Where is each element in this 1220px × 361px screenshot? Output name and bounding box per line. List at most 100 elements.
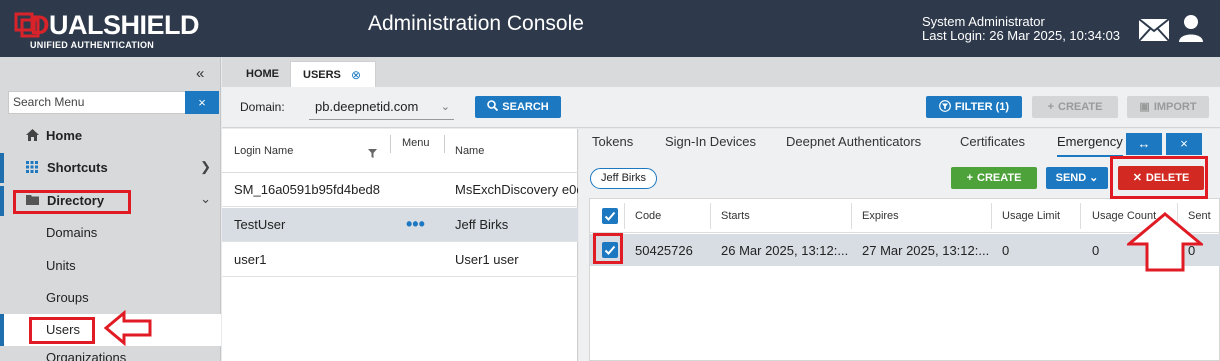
sidebar-item-organizations[interactable]: Organizations bbox=[0, 348, 221, 361]
column-name[interactable]: Name bbox=[455, 145, 484, 157]
import-icon: ▣ bbox=[1139, 101, 1150, 113]
import-button-label: IMPORT bbox=[1153, 101, 1197, 113]
detail-tab-emergency[interactable]: Emergency bbox=[1057, 134, 1123, 157]
send-button-label: SEND bbox=[1055, 172, 1087, 184]
user-icon[interactable] bbox=[1178, 14, 1204, 42]
chevron-down-icon: ⌄ bbox=[1089, 172, 1099, 184]
column-usage-limit[interactable]: Usage Limit bbox=[1002, 210, 1060, 222]
sidebar-item-domains[interactable]: Domains bbox=[0, 218, 221, 248]
checkmark-icon bbox=[604, 211, 616, 221]
chevron-right-icon: ❯ bbox=[200, 159, 211, 174]
filter-button[interactable]: FILTER (1) bbox=[926, 96, 1022, 118]
domain-value: pb.deepnetid.com bbox=[315, 99, 419, 114]
column-menu: Menu bbox=[402, 137, 430, 149]
annotation-checkbox-box bbox=[593, 233, 623, 264]
filter-button-label: FILTER (1) bbox=[954, 101, 1010, 113]
sidebar-item-label: Groups bbox=[46, 290, 89, 305]
plus-icon: + bbox=[966, 172, 973, 184]
create-code-button[interactable]: + CREATE bbox=[951, 167, 1037, 189]
table-row[interactable]: 50425726 26 Mar 2025, 13:12:... 27 Mar 2… bbox=[590, 234, 1220, 266]
mail-icon[interactable] bbox=[1138, 18, 1170, 42]
chevron-down-icon: ⌄ bbox=[200, 191, 211, 206]
detail-tab-sign-in-devices[interactable]: Sign-In Devices bbox=[665, 134, 756, 149]
column-separator bbox=[851, 203, 852, 229]
column-starts[interactable]: Starts bbox=[721, 210, 750, 222]
column-separator bbox=[624, 203, 625, 229]
last-login: Last Login: 26 Mar 2025, 10:34:03 bbox=[922, 28, 1121, 43]
domain-label: Domain: bbox=[240, 100, 285, 114]
search-menu-clear-button[interactable]: × bbox=[185, 91, 219, 114]
row-menu-icon[interactable]: ••• bbox=[406, 214, 425, 235]
sidebar: « Search Menu × Home Shortcuts ❯ Directo… bbox=[0, 57, 221, 361]
detail-tab-deepnet-authenticators[interactable]: Deepnet Authenticators bbox=[786, 134, 921, 149]
logo-text: DUALSHIELD bbox=[30, 10, 200, 40]
column-separator bbox=[1080, 203, 1081, 229]
sidebar-item-label: Home bbox=[46, 128, 83, 143]
search-button-label: SEARCH bbox=[502, 101, 549, 113]
close-panel-icon[interactable]: × bbox=[1166, 133, 1202, 155]
login-name-cell: SM_16a0591b95fd4bed8 bbox=[234, 182, 381, 197]
tab-label: USERS bbox=[303, 69, 341, 81]
create-code-button-label: CREATE bbox=[977, 172, 1022, 184]
sidebar-item-shortcuts[interactable]: Shortcuts ❯ bbox=[0, 153, 221, 183]
sidebar-item-label: Shortcuts bbox=[47, 160, 108, 175]
tab-bar: HOME USERS ⊗ bbox=[222, 57, 1220, 87]
create-user-button[interactable]: + CREATE bbox=[1032, 96, 1118, 118]
sidebar-item-groups[interactable]: Groups bbox=[0, 283, 221, 313]
user-detail-panel: Tokens Sign-In Devices Deepnet Authentic… bbox=[579, 129, 1220, 361]
user-chip: Jeff Birks bbox=[590, 168, 658, 189]
send-button[interactable]: SEND ⌄ bbox=[1046, 167, 1108, 189]
import-button[interactable]: ▣ IMPORT bbox=[1127, 96, 1209, 118]
grid-header: Code Starts Expires Usage Limit Usage Co… bbox=[590, 199, 1220, 233]
table-row[interactable]: user1 User1 user bbox=[222, 243, 578, 277]
filter-icon[interactable] bbox=[368, 149, 377, 158]
app-title: Administration Console bbox=[368, 12, 584, 35]
tab-users[interactable]: USERS ⊗ bbox=[290, 61, 376, 87]
column-separator bbox=[710, 203, 711, 229]
search-button[interactable]: SEARCH bbox=[475, 96, 561, 118]
column-separator bbox=[390, 135, 391, 153]
select-all-checkbox[interactable] bbox=[602, 208, 618, 224]
user-name: System Administrator bbox=[922, 14, 1045, 29]
domain-select[interactable]: pb.deepnetid.com ⌄ bbox=[309, 96, 454, 120]
filter-icon bbox=[939, 100, 951, 112]
collapse-sidebar-icon[interactable]: « bbox=[196, 65, 204, 82]
name-cell: MsExchDiscovery e0d bbox=[455, 182, 578, 197]
detail-tab-certificates[interactable]: Certificates bbox=[960, 134, 1025, 149]
name-cell: User1 user bbox=[455, 252, 519, 267]
annotation-directory-box bbox=[13, 190, 131, 214]
sidebar-item-home[interactable]: Home bbox=[0, 121, 221, 151]
user-info: System Administrator Last Login: 26 Mar … bbox=[922, 15, 1120, 43]
sidebar-item-label: Organizations bbox=[46, 350, 127, 361]
app-header: DUALSHIELD UNIFIED AUTHENTICATION Admini… bbox=[0, 0, 1220, 57]
search-menu-input[interactable]: Search Menu bbox=[8, 91, 186, 114]
close-tab-icon[interactable]: ⊗ bbox=[351, 68, 361, 82]
usage-limit-cell: 0 bbox=[1002, 243, 1010, 258]
column-separator bbox=[444, 135, 445, 153]
sidebar-item-units[interactable]: Units bbox=[0, 251, 221, 281]
name-cell: Jeff Birks bbox=[455, 217, 509, 232]
tab-home[interactable]: HOME bbox=[234, 61, 291, 87]
logo-tagline: UNIFIED AUTHENTICATION bbox=[30, 40, 155, 50]
expand-panel-icon[interactable]: ↔ bbox=[1126, 133, 1162, 155]
detail-tab-tokens[interactable]: Tokens bbox=[592, 134, 633, 149]
home-icon bbox=[26, 129, 39, 141]
annotation-users-box bbox=[29, 317, 95, 344]
plus-icon: + bbox=[1047, 101, 1054, 113]
login-name-cell: user1 bbox=[234, 252, 267, 267]
create-user-button-label: CREATE bbox=[1058, 101, 1103, 113]
user-list-panel: Login Name Menu Name SM_16a0591b95fd4bed… bbox=[222, 129, 578, 361]
user-list-header: Login Name Menu Name bbox=[222, 129, 578, 173]
sidebar-item-label: Domains bbox=[46, 225, 98, 240]
column-expires[interactable]: Expires bbox=[862, 210, 899, 222]
expires-cell: 27 Mar 2025, 13:12:... bbox=[862, 243, 990, 258]
annotation-left-arrow-icon bbox=[104, 310, 152, 346]
dualshield-logo: DUALSHIELD UNIFIED AUTHENTICATION bbox=[14, 8, 204, 52]
column-login-name[interactable]: Login Name bbox=[234, 145, 293, 157]
sidebar-item-label: Units bbox=[46, 258, 76, 273]
table-row[interactable]: TestUser ••• Jeff Birks bbox=[222, 208, 578, 242]
column-code[interactable]: Code bbox=[635, 210, 661, 222]
login-name-cell: TestUser bbox=[234, 217, 286, 232]
table-row[interactable]: SM_16a0591b95fd4bed8 MsExchDiscovery e0d bbox=[222, 173, 578, 207]
annotation-up-arrow-icon bbox=[1127, 212, 1203, 272]
